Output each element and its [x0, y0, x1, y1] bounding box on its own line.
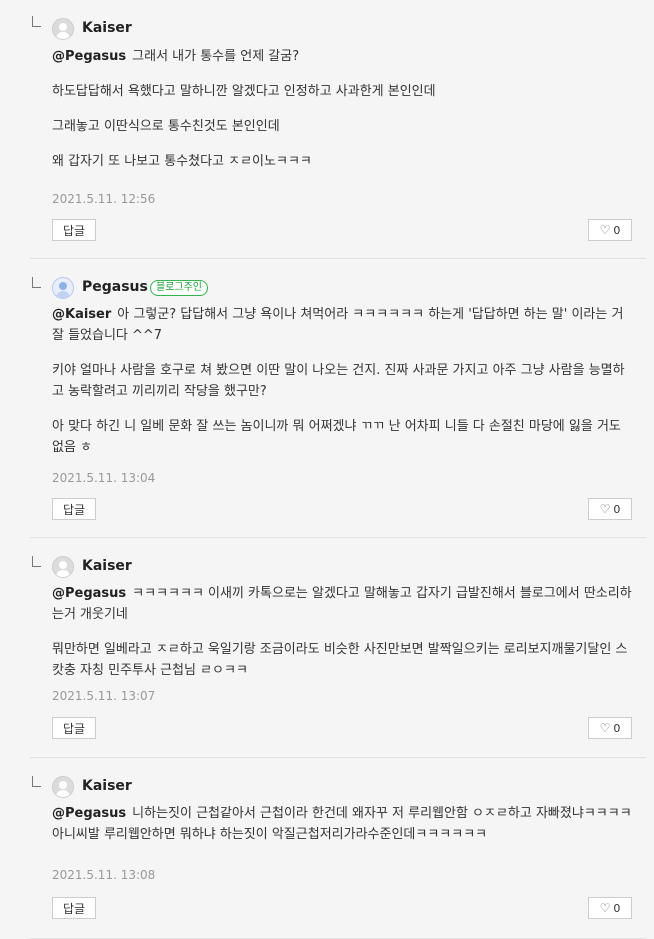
comment-item: Pegasus 블로그주인 @Kaiser 아 그렇군? 답답해서 그냥 욕이나 … [30, 259, 646, 538]
heart-icon: ♡ [599, 223, 611, 237]
reply-indent-icon [32, 556, 41, 567]
like-count: 0 [613, 721, 621, 735]
comment-item: Kaiser @Pegasus 니하는짓이 근첩같아서 근첩이라 한건데 왜자꾸 … [30, 758, 646, 939]
heart-icon: ♡ [599, 901, 611, 915]
like-button[interactable]: ♡ 0 [588, 219, 632, 241]
comment-line: 아 그렇군? 답답해서 그냥 욕이나 쳐먹어라 ㅋㅋㅋㅋㅋㅋ 하는게 '답답하면… [52, 307, 624, 343]
like-count: 0 [613, 502, 621, 516]
like-button[interactable]: ♡ 0 [588, 897, 632, 919]
avatar[interactable] [52, 776, 74, 798]
comment-author[interactable]: Kaiser [82, 558, 132, 574]
comment-date: 2021.5.11. 13:04 [52, 471, 156, 485]
reply-indent-icon [32, 16, 41, 27]
comment-item: Kaiser @Pegasus ㅋㅋㅋㅋㅋㅋ 이새끼 카톡으로는 알겠다고 말해놓… [30, 538, 646, 758]
mention-link[interactable]: @Pegasus [52, 49, 126, 64]
comment-line: 그래서 내가 통수를 언제 갈굼? [132, 49, 300, 64]
comment-line: 하도답답해서 욕했다고 말하니깐 알겠다고 인정하고 사과한게 본인인데 [52, 84, 436, 99]
avatar[interactable] [52, 18, 74, 40]
reply-indent-icon [32, 277, 41, 288]
reply-button[interactable]: 답글 [52, 219, 96, 241]
reply-indent-icon [32, 776, 41, 787]
reply-button[interactable]: 답글 [52, 498, 96, 520]
blog-owner-badge: 블로그주인 [150, 280, 208, 296]
comment-date: 2021.5.11. 13:08 [52, 868, 156, 882]
like-count: 0 [613, 901, 621, 915]
comment-author[interactable]: Pegasus [82, 279, 148, 295]
reply-button[interactable]: 답글 [52, 717, 96, 739]
comment-text: @Kaiser 아 그렇군? 답답해서 그냥 욕이나 쳐먹어라 ㅋㅋㅋㅋㅋㅋ 하는… [52, 304, 632, 469]
mention-link[interactable]: @Pegasus [52, 586, 126, 601]
mention-link[interactable]: @Pegasus [52, 806, 126, 821]
comment-line: ㅋㅋㅋㅋㅋㅋ 이새끼 카톡으로는 알겠다고 말해놓고 갑자기 급발진해서 블로그… [52, 586, 632, 622]
comment-line: 키야 얼마나 사람을 호구로 쳐 봤으면 이딴 말이 나오는 건지. 진짜 사과… [52, 363, 625, 399]
comment-date: 2021.5.11. 13:07 [52, 689, 156, 703]
comment-section: Kaiser @Pegasus 그래서 내가 통수를 언제 갈굼? 하도답답해서 … [0, 0, 654, 939]
heart-icon: ♡ [599, 502, 611, 516]
comment-line: 니하는짓이 근첩같아서 근첩이라 한건데 왜자꾸 저 루리웹안함 ㅇㅈㄹ하고 자… [132, 806, 632, 821]
heart-icon: ♡ [599, 721, 611, 735]
comment-line: 왜 갑자기 또 나보고 통수쳤다고 ㅈㄹ이노ㅋㅋㅋ [52, 154, 312, 169]
comment-author[interactable]: Kaiser [82, 778, 132, 794]
comment-line: 뭐만하면 일베라고 ㅈㄹ하고 욱일기랑 조금이라도 비슷한 사진만보면 발짝일으… [52, 642, 628, 678]
mention-link[interactable]: @Kaiser [52, 307, 111, 322]
reply-button[interactable]: 답글 [52, 897, 96, 919]
comment-author[interactable]: Kaiser [82, 20, 132, 36]
avatar[interactable] [52, 277, 74, 299]
avatar[interactable] [52, 556, 74, 578]
comment-text: @Pegasus 니하는짓이 근첩같아서 근첩이라 한건데 왜자꾸 저 루리웹안함… [52, 803, 632, 856]
comment-line: 아니씨발 루리웹안하면 뭐하냐 하는짓이 악질근첩저리가라수준인데ㅋㅋㅋㅋㅋㅋ [52, 827, 488, 842]
comment-text: @Pegasus 그래서 내가 통수를 언제 갈굼? 하도답답해서 욕했다고 말하… [52, 46, 632, 183]
comment-date: 2021.5.11. 12:56 [52, 192, 156, 206]
comment-text: @Pegasus ㅋㅋㅋㅋㅋㅋ 이새끼 카톡으로는 알겠다고 말해놓고 갑자기 급… [52, 583, 632, 692]
comment-line: 아 맞다 하긴 니 일베 문화 잘 쓰는 놈이니까 뭐 어쩌겠냐 ㄲㄲ 난 어차… [52, 419, 621, 455]
comment-line: 그래놓고 이딴식으로 통수친것도 본인인데 [52, 119, 280, 134]
like-count: 0 [613, 223, 621, 237]
like-button[interactable]: ♡ 0 [588, 717, 632, 739]
like-button[interactable]: ♡ 0 [588, 498, 632, 520]
comment-item: Kaiser @Pegasus 그래서 내가 통수를 언제 갈굼? 하도답답해서 … [30, 0, 646, 259]
